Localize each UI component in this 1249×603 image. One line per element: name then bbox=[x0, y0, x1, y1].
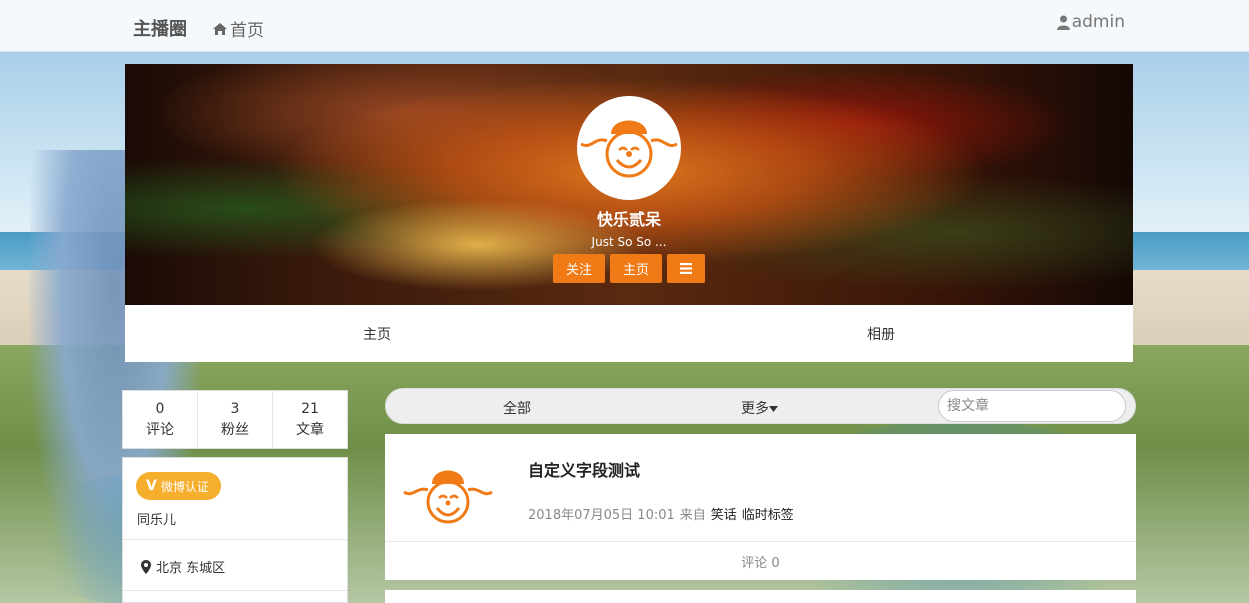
article-filter-bar: 全部 更多 bbox=[385, 388, 1136, 424]
map-marker-icon bbox=[141, 559, 151, 574]
stat-comments[interactable]: 0 评论 bbox=[123, 391, 197, 448]
user-name: admin bbox=[1071, 12, 1125, 32]
stat-value: 0 bbox=[155, 400, 165, 417]
user-icon bbox=[1056, 15, 1070, 30]
location-label: 北京 东城区 bbox=[156, 561, 226, 576]
brand-link[interactable]: 主播圈 bbox=[133, 15, 187, 41]
avatar[interactable] bbox=[577, 96, 681, 200]
real-name: 同乐儿 bbox=[137, 513, 177, 528]
article-card: 自定义字段测试 2018年07月05日 10:01 来自 笑话 临时标签 评论 … bbox=[385, 434, 1136, 580]
caret-down-icon bbox=[769, 406, 778, 412]
home-icon bbox=[213, 22, 227, 35]
home-link-label: 首页 bbox=[230, 21, 264, 41]
user-stats: 0 评论 3 粉丝 21 文章 bbox=[122, 390, 348, 449]
article-tag[interactable]: 临时标签 bbox=[742, 504, 794, 523]
stat-value: 21 bbox=[301, 400, 319, 417]
article-search-input[interactable] bbox=[938, 390, 1126, 422]
clown-avatar-icon bbox=[580, 120, 678, 178]
divider bbox=[123, 539, 347, 540]
article-card bbox=[385, 590, 1136, 603]
stat-label: 评论 bbox=[146, 421, 174, 438]
home-link[interactable]: 首页 bbox=[212, 16, 264, 41]
article-thumbnail[interactable] bbox=[403, 464, 493, 528]
stat-fans[interactable]: 3 粉丝 bbox=[197, 391, 272, 448]
profile-banner: 快乐贰呆 Just So So ... 关注 主页 bbox=[125, 64, 1133, 305]
homepage-button[interactable]: 主页 bbox=[610, 254, 662, 283]
filter-more-label: 更多 bbox=[741, 401, 769, 417]
user-menu[interactable]: admin bbox=[1056, 12, 1125, 32]
follow-button[interactable]: 关注 bbox=[553, 254, 605, 283]
article-meta: 2018年07月05日 10:01 来自 笑话 临时标签 bbox=[528, 504, 794, 523]
top-navbar: 主播圈 首页 admin bbox=[0, 0, 1249, 52]
user-info-card: V 微博认证 同乐儿 北京 东城区 bbox=[122, 457, 348, 603]
stat-articles[interactable]: 21 文章 bbox=[272, 391, 347, 448]
verified-label: 微博认证 bbox=[160, 479, 209, 494]
article-comments-link[interactable]: 评论 0 bbox=[385, 541, 1136, 580]
tab-home[interactable]: 主页 bbox=[125, 305, 629, 362]
stat-label: 文章 bbox=[296, 421, 324, 438]
profile-nickname: 快乐贰呆 bbox=[596, 210, 661, 229]
article-datetime: 2018年07月05日 10:01 bbox=[528, 508, 675, 523]
stat-label: 粉丝 bbox=[221, 421, 249, 438]
article-from-label: 来自 bbox=[679, 508, 706, 523]
menu-icon bbox=[680, 263, 692, 274]
stat-value: 3 bbox=[230, 400, 240, 417]
filter-all[interactable]: 全部 bbox=[503, 398, 531, 418]
article-title[interactable]: 自定义字段测试 bbox=[528, 457, 640, 481]
verified-badge: V 微博认证 bbox=[136, 472, 221, 500]
profile-signature: Just So So ... bbox=[591, 235, 667, 249]
filter-more-dropdown[interactable]: 更多 bbox=[741, 398, 778, 418]
tab-album[interactable]: 相册 bbox=[629, 305, 1133, 362]
divider bbox=[123, 590, 347, 591]
clown-avatar-icon bbox=[403, 470, 493, 524]
user-location: 北京 东城区 bbox=[141, 557, 225, 576]
article-category[interactable]: 笑话 bbox=[711, 504, 737, 523]
profile-tabs: 主页 相册 bbox=[125, 305, 1133, 362]
verified-icon: V bbox=[146, 478, 157, 494]
menu-button[interactable] bbox=[667, 254, 705, 283]
profile-actions: 关注 主页 bbox=[553, 254, 705, 283]
